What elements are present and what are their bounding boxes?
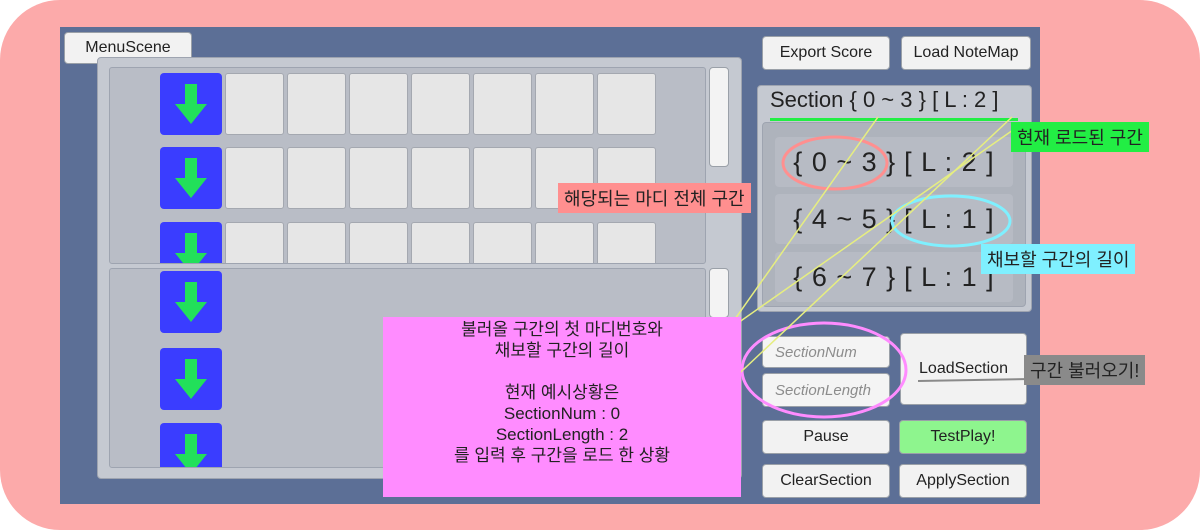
annotation-load-section: 구간 불러오기!: [1024, 355, 1146, 385]
annotation-length: 채보할 구간의 길이: [981, 244, 1136, 274]
pointer-line: [917, 378, 1031, 382]
explanation-line: [383, 361, 741, 382]
annotation-full-range: 해당되는 마디 전체 구간: [558, 183, 751, 213]
explanation-line: 를 입력 후 구간을 로드 한 상황: [453, 446, 671, 465]
explanation-line: SectionLength : 2: [495, 425, 629, 444]
explanation-line: SectionNum : 0: [503, 404, 621, 423]
annotation-explanation: 불러올 구간의 첫 마디번호와 채보할 구간의 길이 현재 예시상황은 Sect…: [383, 317, 741, 497]
pointer-line: [734, 129, 1014, 326]
highlight-ellipse-range: [781, 135, 889, 191]
explanation-line: 채보할 구간의 길이: [494, 341, 630, 360]
highlight-ellipse-inputs: [740, 321, 908, 419]
explanation-line: 불러올 구간의 첫 마디번호와: [461, 320, 663, 339]
annotation-current-loaded: 현재 로드된 구간: [1011, 122, 1149, 152]
highlight-ellipse-length: [890, 194, 1012, 248]
explanation-line: 현재 예시상황은: [504, 383, 620, 402]
